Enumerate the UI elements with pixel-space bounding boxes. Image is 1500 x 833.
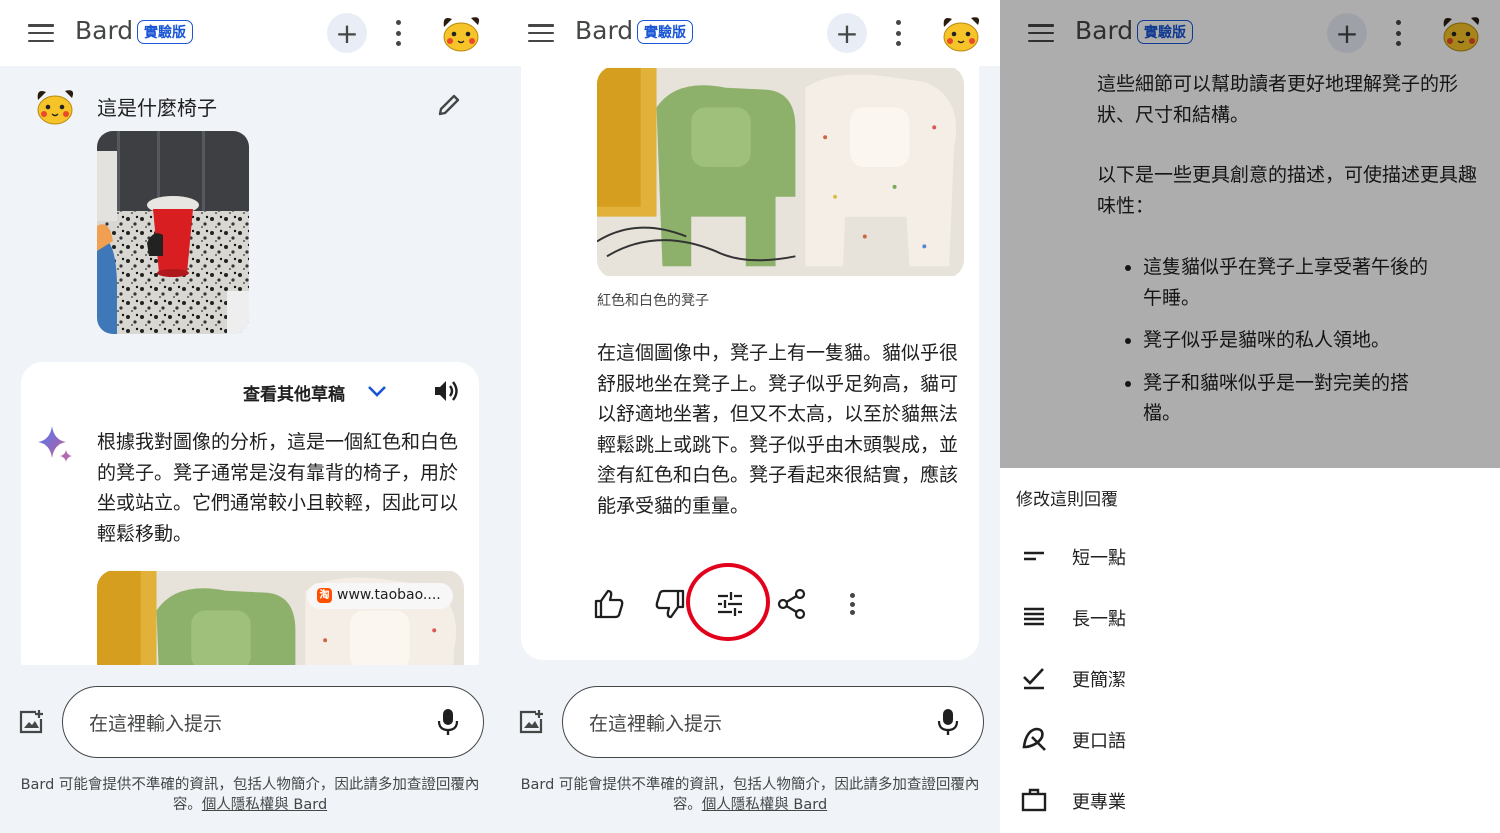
add-image-icon[interactable]: [518, 709, 544, 735]
thumb-down-icon[interactable]: [652, 586, 688, 622]
option-casual[interactable]: 更口語: [1020, 719, 1470, 759]
new-chat-button[interactable]: +: [827, 13, 867, 53]
taobao-icon: 淘: [317, 588, 332, 603]
menu-icon[interactable]: [28, 24, 54, 42]
dim-overlay[interactable]: [1000, 0, 1500, 468]
user-prompt: 這是什麼椅子: [97, 96, 217, 120]
sheet-title: 修改這則回覆: [1016, 490, 1118, 510]
pencil-icon[interactable]: [436, 92, 462, 118]
option-label: 長一點: [1072, 609, 1126, 630]
long-text-icon: [1024, 607, 1044, 626]
app-title: Bard: [575, 16, 634, 45]
option-professional[interactable]: 更專業: [1020, 780, 1470, 820]
panel-initial-response: Bard 實驗版 + 這是什麼椅子 查看其他草稿 根據我對圖像的分析，這是一個紅…: [0, 0, 500, 833]
more-vert-icon[interactable]: [393, 20, 403, 46]
option-simpler[interactable]: 更簡潔: [1020, 658, 1470, 698]
menu-icon[interactable]: [528, 24, 554, 42]
prompt-input[interactable]: 在這裡輸入提示: [562, 686, 984, 758]
plus-icon: +: [835, 16, 859, 50]
source-chip-label: www.taobao....: [337, 587, 441, 603]
pikachu-avatar[interactable]: [940, 13, 982, 53]
short-text-icon: [1024, 551, 1044, 561]
chevron-down-icon[interactable]: [366, 380, 388, 402]
option-label: 更專業: [1072, 792, 1126, 813]
source-chip[interactable]: 淘 www.taobao....: [307, 583, 453, 609]
mic-icon[interactable]: [436, 708, 460, 736]
uploaded-photo: [97, 131, 249, 334]
add-image-icon[interactable]: [18, 709, 44, 735]
top-bar: Bard 實驗版 +: [500, 0, 1000, 66]
option-shorter[interactable]: 短一點: [1020, 536, 1470, 576]
option-label: 更簡潔: [1072, 670, 1126, 691]
thumb-up-icon[interactable]: [591, 586, 627, 622]
privacy-link[interactable]: 個人隱私權與 Bard: [202, 797, 327, 813]
top-bar: Bard 實驗版 +: [0, 0, 500, 66]
result-image[interactable]: [597, 66, 964, 278]
experiment-badge: 實驗版: [137, 20, 193, 44]
image-caption: 紅色和白色的凳子: [597, 293, 709, 309]
mic-icon[interactable]: [936, 708, 960, 736]
bard-response-text: 根據我對圖像的分析，這是一個紅色和白色的凳子。凳子通常是沒有靠背的椅子，用於坐或…: [97, 431, 459, 545]
bard-response-text: 在這個圖像中，凳子上有一隻貓。貓似乎很舒服地坐在凳子上。凳子似乎足夠高，貓可以舒…: [597, 342, 959, 517]
experiment-badge: 實驗版: [637, 20, 693, 44]
annotation-highlight-circle: [686, 563, 770, 641]
pikachu-avatar[interactable]: [440, 13, 482, 53]
prompt-placeholder: 在這裡輸入提示: [89, 713, 223, 735]
app-title: Bard: [75, 16, 134, 45]
plus-icon: +: [335, 16, 359, 50]
disclaimer: Bard 可能會提供不準確的資訊，包括人物簡介，因此請多加查證回覆內容。個人隱私…: [10, 775, 490, 815]
privacy-link[interactable]: 個人隱私權與 Bard: [702, 797, 827, 813]
speaker-icon[interactable]: [432, 377, 460, 405]
disclaimer: Bard 可能會提供不準確的資訊，包括人物簡介，因此請多加查證回覆內容。個人隱私…: [510, 775, 990, 815]
option-longer[interactable]: 長一點: [1020, 597, 1470, 637]
more-vert-icon[interactable]: [847, 593, 857, 615]
option-label: 短一點: [1072, 548, 1126, 569]
share-icon[interactable]: [774, 586, 810, 622]
more-vert-icon[interactable]: [893, 20, 903, 46]
check-icon: [1023, 668, 1044, 690]
prompt-placeholder: 在這裡輸入提示: [589, 713, 723, 735]
option-label: 更口語: [1072, 731, 1126, 752]
sparkle-icon: [38, 426, 72, 462]
casual-icon: [1022, 727, 1046, 751]
prompt-input[interactable]: 在這裡輸入提示: [62, 686, 484, 758]
briefcase-icon: [1021, 788, 1047, 812]
user-avatar: [34, 86, 76, 126]
new-chat-button[interactable]: +: [327, 13, 367, 53]
view-drafts-button[interactable]: 查看其他草稿: [243, 380, 345, 405]
